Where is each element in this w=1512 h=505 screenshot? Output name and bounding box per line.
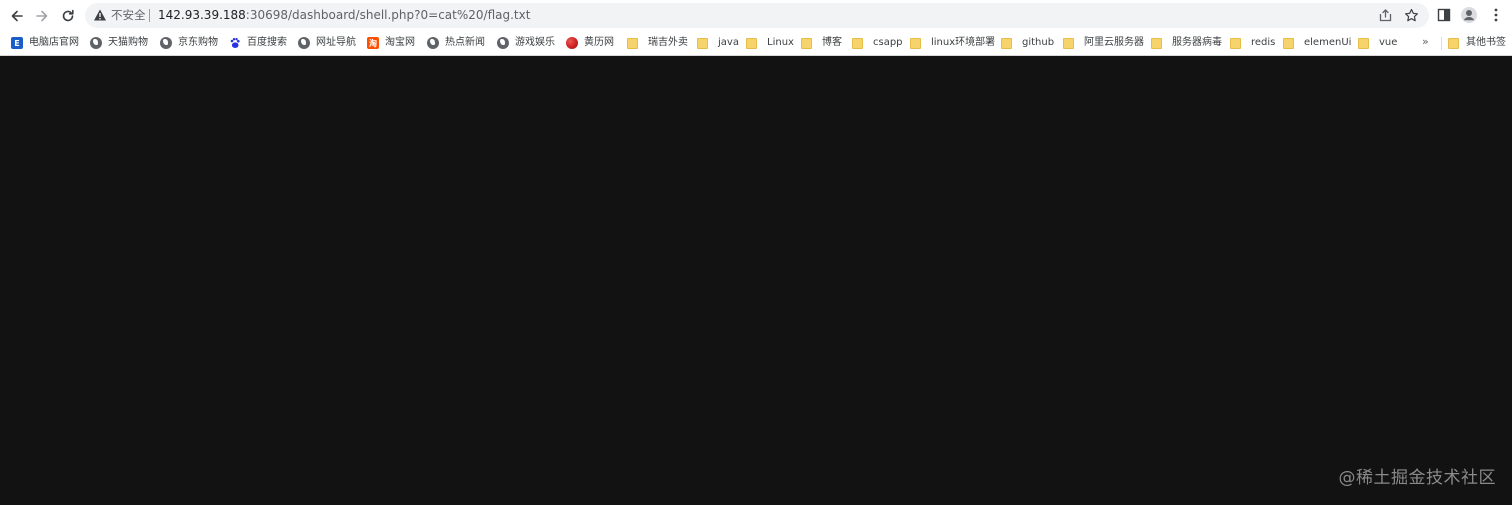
bookmark-folder[interactable]: 阿里云服务器 [1063,34,1144,52]
security-label[interactable]: 不安全 [111,8,146,23]
other-bookmarks-folder[interactable]: 其他书签 [1448,34,1506,52]
bookmark-label: 阿里云服务器 [1084,37,1144,48]
profile-icon [1461,7,1477,23]
globe-icon [160,37,172,49]
bookmark-item[interactable]: E 电脑店官网 [11,34,79,52]
bookmarks-divider [1441,37,1442,50]
folder-icon [697,37,708,49]
bookmark-folder[interactable]: 服务器病毒 [1151,34,1222,52]
bookmark-label: 其他书签 [1466,37,1506,48]
bookmark-folder[interactable]: linux环境部署 [910,34,995,52]
folder-icon [1063,37,1074,49]
folder-icon [1448,37,1459,49]
yinyang-icon [566,37,578,49]
bookmarks-overflow-chevron[interactable]: » [1422,35,1429,49]
bookmark-label: 服务器病毒 [1172,37,1222,48]
reload-button[interactable] [56,4,80,28]
bookmark-folder[interactable]: csapp [852,34,903,52]
folder-icon [801,37,812,49]
forward-button[interactable] [30,4,54,28]
browser-chrome: 不安全 142.93.39.188:30698/dashboard/shell.… [0,0,1512,56]
folder-icon [1283,37,1294,49]
bookmark-item[interactable]: 热点新闻 [427,34,485,52]
site-logo-icon: E [11,37,23,49]
browser-toolbar: 不安全 142.93.39.188:30698/dashboard/shell.… [0,0,1512,31]
url-text[interactable]: 142.93.39.188:30698/dashboard/shell.php?… [158,8,530,23]
profile-button[interactable] [1459,5,1479,25]
side-panel-icon [1437,8,1451,22]
bookmark-label: 热点新闻 [445,37,485,48]
address-bar[interactable]: 不安全 142.93.39.188:30698/dashboard/shell.… [85,3,1429,28]
bookmark-label: redis [1251,37,1276,48]
bookmark-label: 游戏娱乐 [515,37,555,48]
folder-icon [746,37,757,49]
bookmark-item[interactable]: 京东购物 [160,34,218,52]
folder-icon [1358,37,1369,49]
arrow-left-icon [11,10,23,22]
globe-icon [298,37,310,49]
baidu-paw-icon [229,37,241,49]
page-content: @稀土掘金技术社区 [0,56,1512,505]
bookmark-label: csapp [873,37,903,48]
bookmark-label: vue [1379,37,1398,48]
share-icon[interactable] [1378,8,1393,23]
bookmark-label: linux环境部署 [931,37,996,48]
taobao-icon: 淘 [367,37,379,49]
bookmark-folder[interactable]: 博客 [801,34,842,52]
reload-icon [62,9,74,22]
bookmark-label: 网址导航 [316,37,356,48]
folder-icon [1151,37,1162,49]
address-divider [149,9,150,22]
bookmarks-bar: E 电脑店官网 天猫购物 京东购物 百度搜索 网址导航 淘 淘宝网 热点新闻 游… [0,31,1512,55]
bookmark-label: java [718,37,739,48]
bookmark-label: 黄历网 [584,37,614,48]
bookmark-folder[interactable]: redis [1230,34,1275,52]
bookmark-folder[interactable]: 瑞吉外卖 [627,34,688,52]
bookmark-label: github [1022,37,1055,48]
globe-icon [90,37,102,49]
bookmark-label: 博客 [822,37,842,48]
folder-icon [1230,37,1241,49]
folder-icon [627,37,638,49]
bookmark-item[interactable]: 天猫购物 [90,34,148,52]
url-host: 142.93.39.188 [158,8,246,22]
bookmark-item[interactable]: 黄历网 [566,34,614,52]
bookmark-item[interactable]: 网址导航 [298,34,356,52]
bookmark-label: 瑞吉外卖 [648,37,688,48]
back-button[interactable] [5,4,29,28]
more-vert-icon [1494,8,1498,22]
bookmark-label: 天猫购物 [108,37,148,48]
bookmark-label: elemenUi [1304,37,1352,48]
globe-icon [427,37,439,49]
folder-icon [910,37,921,49]
bookmark-item[interactable]: 淘 淘宝网 [367,34,415,52]
url-path: :30698/dashboard/shell.php?0=cat%20/flag… [245,8,531,22]
bookmark-item[interactable]: 百度搜索 [229,34,287,52]
bookmark-folder[interactable]: elemenUi [1283,34,1351,52]
bookmark-label: 京东购物 [178,37,218,48]
globe-icon [497,37,509,49]
warning-icon[interactable] [93,8,107,22]
bookmark-folder[interactable]: Linux [746,34,794,52]
more-menu-button[interactable] [1486,5,1506,25]
arrow-right-icon [36,10,48,22]
bookmark-folder[interactable]: vue [1358,34,1397,52]
bookmark-folder[interactable]: java [697,34,739,52]
bookmark-item[interactable]: 游戏娱乐 [497,34,555,52]
bookmark-label: Linux [767,37,794,48]
watermark-text: @稀土掘金技术社区 [1338,468,1496,488]
folder-icon [1001,37,1012,49]
bookmark-label: 电脑店官网 [29,37,79,48]
bookmark-label: 百度搜索 [247,37,287,48]
folder-icon [852,37,863,49]
star-icon[interactable] [1404,8,1419,23]
bookmark-folder[interactable]: github [1001,34,1054,52]
bookmark-label: 淘宝网 [385,37,415,48]
side-panel-button[interactable] [1434,5,1454,25]
